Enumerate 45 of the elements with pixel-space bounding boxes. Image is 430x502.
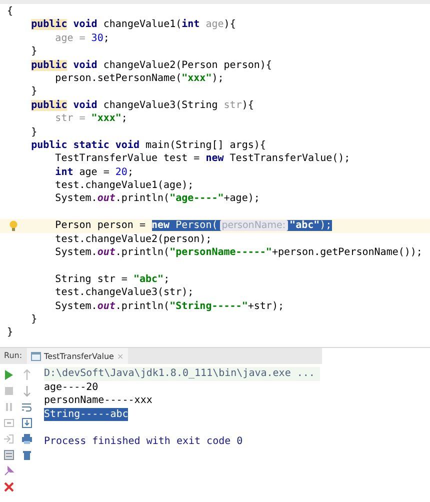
run-tab[interactable]: TestTransferValue ×	[27, 348, 128, 364]
pause-icon[interactable]	[3, 401, 15, 413]
code-line: String str = "abc";	[54, 274, 170, 285]
code-line: str = "xxx";	[54, 113, 128, 124]
down-arrow-icon[interactable]	[21, 385, 33, 397]
code-line: }	[30, 86, 38, 98]
code-line: test.changeValue2(person);	[54, 234, 212, 245]
code-line: }	[7, 327, 14, 338]
up-arrow-icon[interactable]	[21, 369, 33, 381]
stop-icon[interactable]	[3, 385, 15, 397]
close-icon[interactable]	[3, 481, 15, 493]
code-line: public void changeValue1(int age){	[30, 19, 236, 30]
console-icon	[31, 352, 42, 360]
code-line: public void changeValue3(String str){	[30, 100, 254, 111]
code-line: System.out.println("age----"+age);	[54, 193, 260, 204]
layout-icon[interactable]	[3, 449, 15, 461]
code-line: System.out.println("personName-----"+person.getPersonName());	[54, 247, 422, 258]
code-line: test.changeValue1(age);	[54, 180, 194, 192]
code-line: System.out.println("String-----"+str);	[54, 300, 284, 312]
code-line: age = 30;	[54, 32, 110, 44]
trash-icon[interactable]	[21, 449, 33, 461]
code-line: }	[30, 46, 38, 58]
console-line: Process finished with exit code 0	[44, 434, 243, 448]
code-line: }	[30, 314, 38, 325]
exit-icon[interactable]	[3, 433, 15, 445]
code-line: test.changeValue3(str);	[54, 287, 194, 298]
lightbulb-icon[interactable]	[9, 220, 18, 232]
print-icon[interactable]	[21, 433, 33, 445]
code-line: person.setPersonName("xxx");	[54, 72, 224, 84]
code-line: int age = 20;	[54, 166, 134, 178]
console-line: age----20	[44, 380, 98, 394]
console-line: personName-----xxx	[44, 394, 152, 408]
run-label: Run:	[3, 350, 24, 362]
frame-icon[interactable]	[3, 417, 15, 429]
code-line: }	[30, 126, 38, 138]
code-line: {	[7, 6, 14, 17]
code-line: Person person = new Person( personName: "abc");	[54, 220, 332, 232]
wrap-icon[interactable]	[21, 401, 33, 413]
pin-icon[interactable]	[3, 465, 15, 477]
console-line: D:\devSoft\Java\jdk1.8.0_111\bin\java.exe ...	[44, 367, 315, 380]
run-icon[interactable]	[3, 369, 15, 381]
code-line: TestTransferValue test = new TestTransferValue();	[54, 153, 350, 164]
code-line: public void changeValue2(Person person){	[30, 60, 272, 71]
scroll-to-end-icon[interactable]	[21, 417, 33, 429]
code-line: public static void main(String[] args){	[30, 140, 266, 151]
